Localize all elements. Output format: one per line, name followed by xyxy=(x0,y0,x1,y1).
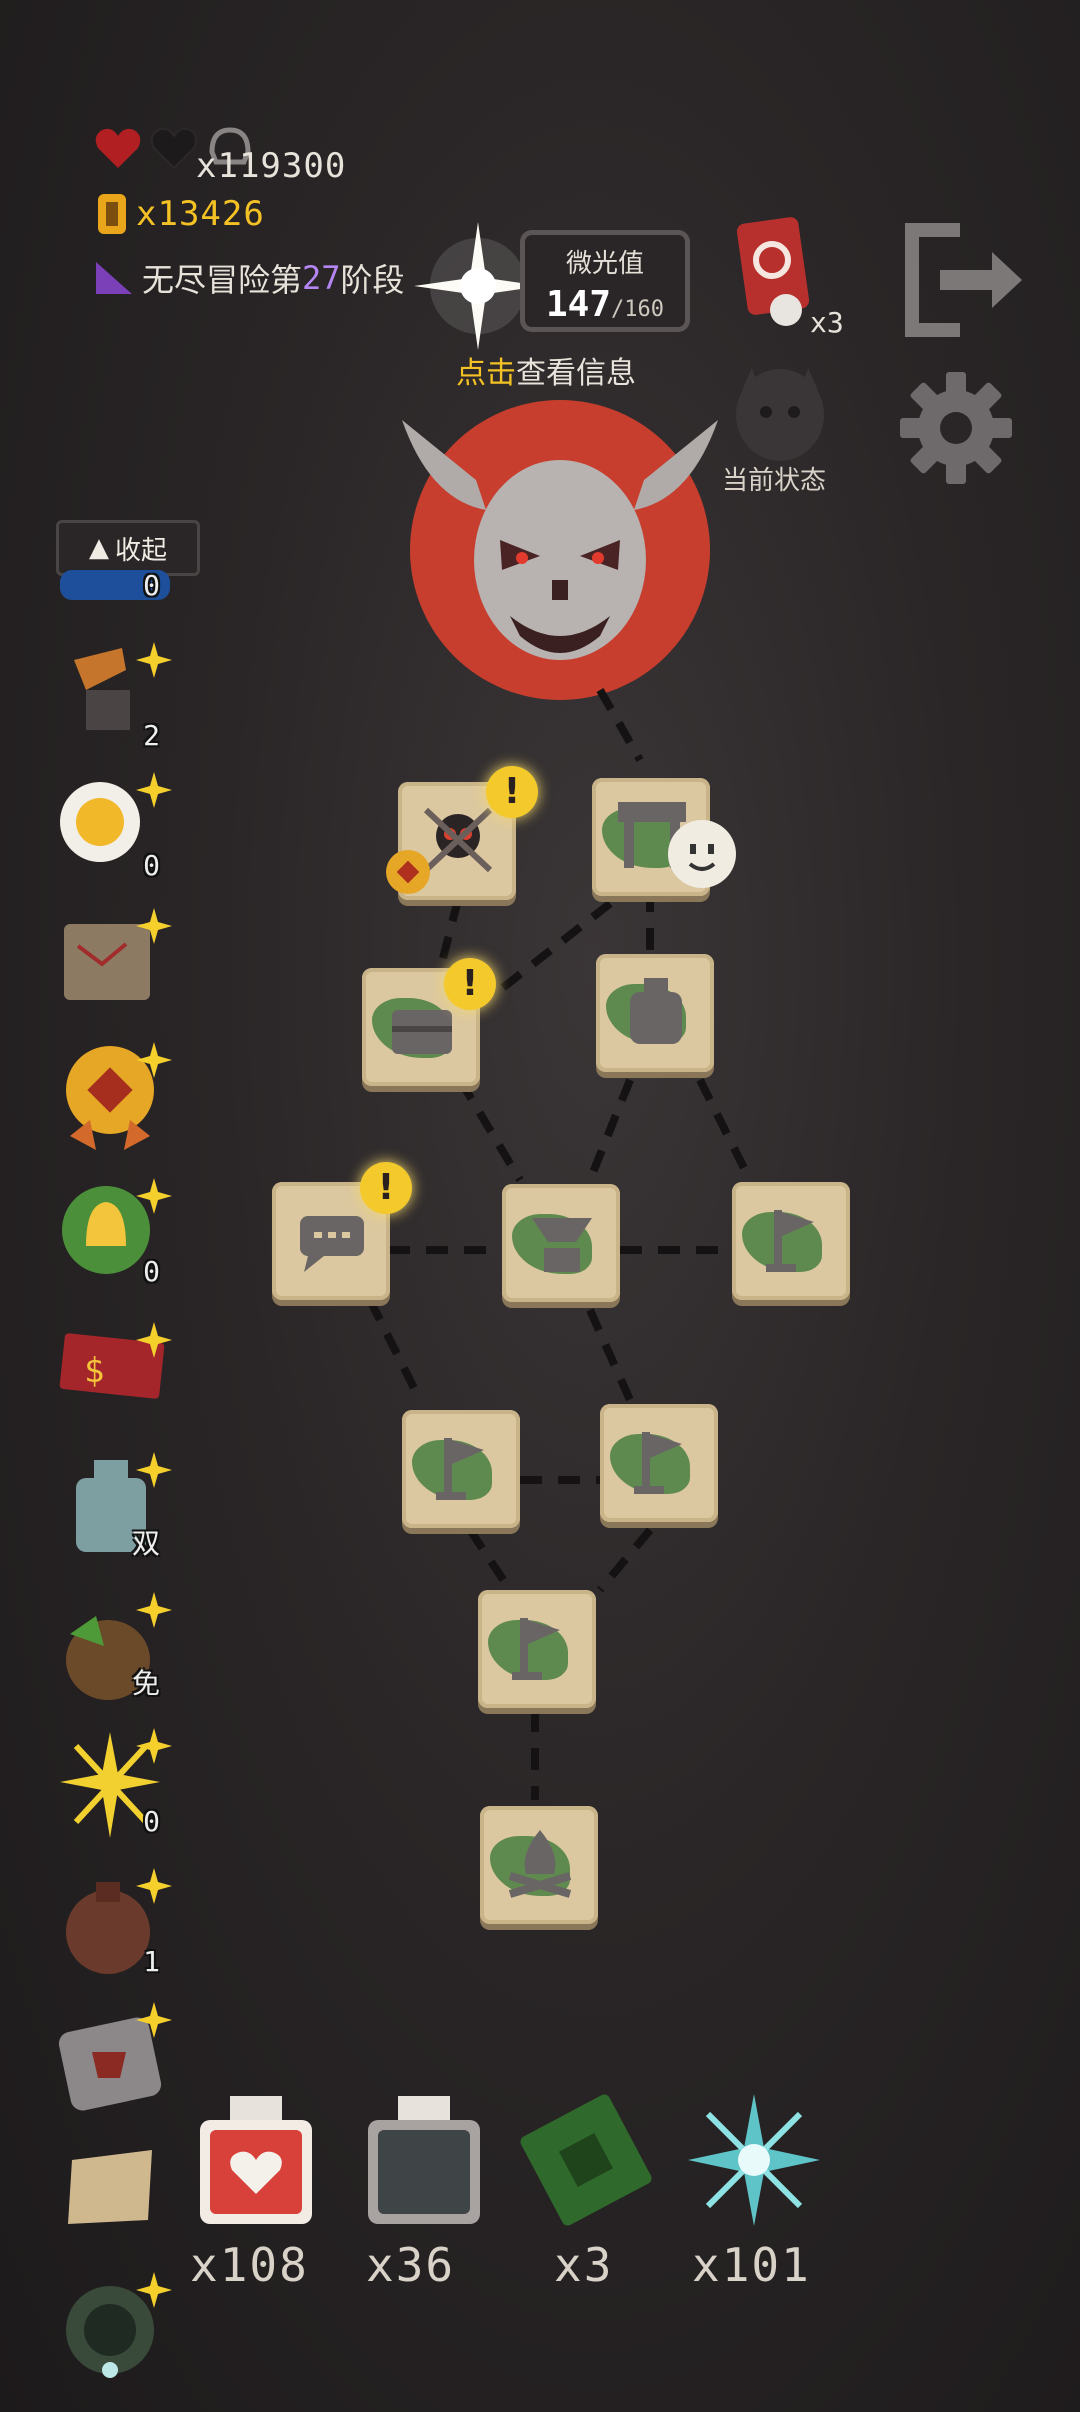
item-count: 0 xyxy=(143,569,160,602)
sparkle-icon xyxy=(136,2002,172,2038)
toolbar-item-ticket[interactable]: $ xyxy=(56,1320,176,1440)
battle-flag-icon xyxy=(634,1432,682,1494)
sparkle-icon xyxy=(136,642,172,678)
rest-bench-icon xyxy=(532,1218,592,1272)
cauldron-icon xyxy=(630,978,682,1044)
green-ticket-icon[interactable] xyxy=(516,2090,656,2230)
toolbar-item-pouch[interactable]: 1 xyxy=(56,1866,176,1986)
ice-star-icon[interactable] xyxy=(684,2090,824,2230)
map-node-flag-3[interactable] xyxy=(600,1404,718,1522)
sparkle-icon xyxy=(136,1592,172,1628)
ghost-face-icon xyxy=(668,820,736,888)
map-node-bench[interactable] xyxy=(502,1184,620,1302)
toolbar-item-orb[interactable] xyxy=(56,2270,176,2390)
item-count: 免 xyxy=(131,1667,160,1700)
toolbar-item-bag[interactable]: 免 xyxy=(56,1590,176,1710)
item-count: 0 xyxy=(143,849,160,882)
item-count: 0 xyxy=(143,1255,160,1288)
map-node-chest[interactable]: ! xyxy=(362,958,496,1086)
campfire-icon xyxy=(508,1830,572,1898)
map-node-chat[interactable]: ! xyxy=(272,1162,412,1300)
sparkle-icon xyxy=(136,1728,172,1764)
item-count: 双 xyxy=(131,1527,160,1560)
battle-flag-icon xyxy=(512,1618,560,1680)
sparkle-icon xyxy=(136,1452,172,1488)
map-node-campfire[interactable] xyxy=(480,1806,598,1924)
map-node-potion[interactable] xyxy=(596,954,714,1072)
green-ticket-count: x3 xyxy=(554,2238,614,2292)
sparkle-icon xyxy=(136,772,172,808)
toolbar-item-blue[interactable]: 0 xyxy=(56,540,176,610)
battle-flag-icon xyxy=(436,1438,484,1500)
map-node-shop[interactable] xyxy=(592,778,736,896)
toolbar-item-bottle[interactable]: 双 xyxy=(56,1450,176,1570)
toolbar-item-lightning[interactable]: 0 xyxy=(56,1726,176,1846)
red-potion-count: x108 xyxy=(190,2238,309,2292)
chat-bubble-icon xyxy=(300,1216,364,1272)
alert-badge: ! xyxy=(486,766,538,818)
sparkle-icon xyxy=(136,1178,172,1214)
toolbar-item-bell[interactable]: 0 xyxy=(56,1176,176,1296)
item-count: 0 xyxy=(143,1805,160,1838)
svg-text:$: $ xyxy=(84,1351,104,1391)
toolbar-item-parchment[interactable] xyxy=(56,2140,176,2230)
toolbar-item-anvil[interactable]: 2 xyxy=(56,640,176,760)
map-node-skull[interactable]: ! xyxy=(386,766,538,900)
item-count: 2 xyxy=(143,719,160,752)
sparkle-icon xyxy=(136,1042,172,1078)
parchment-icon xyxy=(68,2150,152,2224)
ice-star-count: x101 xyxy=(692,2238,811,2292)
map-node-flag-1[interactable] xyxy=(732,1182,850,1300)
alert-badge: ! xyxy=(444,958,496,1010)
sparkle-icon xyxy=(136,908,172,944)
sparkle-icon xyxy=(136,1868,172,1904)
gray-potion-count: x36 xyxy=(366,2238,456,2292)
alert-badge: ! xyxy=(360,1162,412,1214)
medal-badge-icon xyxy=(386,850,430,894)
red-potion-icon[interactable] xyxy=(186,2090,326,2230)
battle-flag-icon xyxy=(766,1210,814,1272)
toolbar-item-medal[interactable] xyxy=(56,1040,176,1160)
map-node-flag-2[interactable] xyxy=(402,1410,520,1528)
item-count: 1 xyxy=(143,1945,160,1978)
sparkle-icon xyxy=(136,1322,172,1358)
map-node-flag-4[interactable] xyxy=(478,1590,596,1708)
toolbar-item-coin-knife[interactable]: 0 xyxy=(56,770,176,890)
toolbar-item-stone[interactable] xyxy=(56,2000,176,2120)
gray-potion-icon[interactable] xyxy=(354,2090,494,2230)
sparkle-icon xyxy=(136,2272,172,2308)
toolbar-item-map[interactable] xyxy=(56,906,176,1026)
